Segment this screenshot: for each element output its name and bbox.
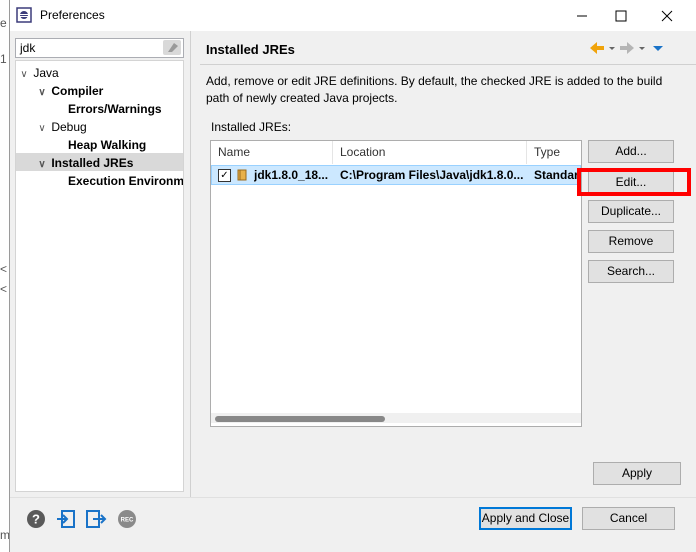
remove-button[interactable]: Remove bbox=[588, 230, 674, 253]
history-navigation bbox=[588, 40, 684, 61]
jre-name: jdk1.8.0_18... bbox=[254, 168, 329, 182]
library-icon bbox=[237, 169, 247, 181]
import-icon[interactable] bbox=[55, 508, 77, 530]
svg-text:?: ? bbox=[32, 512, 40, 527]
maximize-icon bbox=[615, 10, 627, 21]
tree-item-java[interactable]: ∨ Java bbox=[18, 64, 59, 84]
page-description: Add, remove or edit JRE definitions. By … bbox=[206, 74, 663, 105]
add-button[interactable]: Add... bbox=[588, 140, 674, 163]
clear-filter-button[interactable] bbox=[163, 40, 181, 55]
heading-separator bbox=[200, 64, 696, 65]
eclipse-app-icon bbox=[16, 7, 32, 23]
tree-item-label: Execution Environme bbox=[68, 174, 184, 188]
edit-highlight-box bbox=[577, 168, 691, 196]
tree-item-errors-warnings[interactable]: Errors/Warnings bbox=[68, 100, 162, 118]
chevron-down-icon[interactable]: ∨ bbox=[36, 84, 48, 102]
background-glyph: 1 bbox=[0, 52, 7, 66]
background-glyph: < bbox=[0, 282, 8, 296]
tree-item-label: Errors/Warnings bbox=[68, 102, 162, 116]
chevron-down-icon[interactable]: ∨ bbox=[36, 120, 48, 138]
tree-item-label: Heap Walking bbox=[68, 138, 147, 152]
background-glyph: < bbox=[0, 262, 8, 276]
preference-tree: ∨ Java ∨ Compiler Errors/Warnings ∨ Debu… bbox=[15, 60, 184, 492]
close-button[interactable] bbox=[644, 0, 690, 31]
forward-arrow-icon[interactable] bbox=[620, 42, 634, 54]
eraser-icon bbox=[168, 43, 178, 52]
export-icon[interactable] bbox=[85, 508, 107, 530]
tree-item-label: Debug bbox=[51, 120, 87, 134]
column-header-type[interactable]: Type bbox=[527, 141, 581, 164]
tree-item-heap-walking[interactable]: Heap Walking bbox=[68, 136, 146, 154]
title-bar: Preferences bbox=[10, 0, 696, 31]
minimize-icon bbox=[577, 15, 587, 16]
chevron-down-icon[interactable]: ∨ bbox=[36, 156, 48, 174]
tree-item-label: Java bbox=[33, 66, 59, 80]
duplicate-button[interactable]: Duplicate... bbox=[588, 200, 674, 223]
jre-location: C:\Program Files\Java\jdk1.8.0... bbox=[340, 168, 524, 182]
bottom-separator bbox=[10, 497, 696, 498]
table-row[interactable]: ✓ jdk1.8.0_18... C:\Program Files\Java\j… bbox=[211, 165, 581, 185]
svg-text:REC: REC bbox=[121, 518, 134, 524]
nav-arrows-group bbox=[590, 42, 663, 54]
page-title: Installed JREs bbox=[206, 42, 295, 57]
tree-item-compiler[interactable]: ∨ Compiler bbox=[36, 82, 103, 100]
background-glyph: e bbox=[0, 16, 7, 30]
filter-input[interactable]: jdk bbox=[15, 38, 184, 58]
column-header-location[interactable]: Location bbox=[333, 141, 527, 164]
horizontal-scrollbar[interactable] bbox=[211, 413, 581, 423]
back-arrow-icon[interactable] bbox=[590, 42, 604, 54]
installed-jres-label: Installed JREs: bbox=[211, 120, 292, 134]
help-icon[interactable]: ? bbox=[25, 508, 47, 530]
window-title: Preferences bbox=[40, 8, 105, 22]
tree-item-installed-jres[interactable]: ∨ Installed JREs bbox=[36, 154, 133, 172]
record-icon[interactable]: REC bbox=[116, 508, 138, 530]
apply-button[interactable]: Apply bbox=[593, 462, 681, 485]
chevron-down-icon[interactable] bbox=[639, 47, 645, 50]
preferences-window: Preferences jdk ∨ Java ∨ Compiler Errors… bbox=[9, 0, 696, 552]
jre-type: Standar bbox=[534, 168, 579, 182]
column-header-name[interactable]: Name bbox=[211, 141, 333, 164]
scrollbar-thumb[interactable] bbox=[215, 416, 385, 422]
close-icon bbox=[661, 10, 673, 21]
filter-text: jdk bbox=[20, 41, 36, 55]
jre-table[interactable]: Name Location Type ✓ jdk1.8.0_18... C:\P… bbox=[210, 140, 582, 427]
view-menu-icon[interactable] bbox=[653, 46, 663, 51]
tree-item-label: Compiler bbox=[51, 84, 104, 98]
tree-item-label: Installed JREs bbox=[51, 156, 134, 170]
tree-item-execution-environments[interactable]: Execution Environme bbox=[68, 172, 184, 190]
jre-checkbox[interactable]: ✓ bbox=[218, 169, 231, 182]
chevron-down-icon[interactable] bbox=[609, 47, 615, 50]
tree-item-debug[interactable]: ∨ Debug bbox=[36, 118, 87, 138]
cancel-button[interactable]: Cancel bbox=[582, 507, 675, 530]
chevron-down-icon[interactable]: ∨ bbox=[18, 66, 30, 84]
search-button[interactable]: Search... bbox=[588, 260, 674, 283]
panel-divider[interactable] bbox=[190, 31, 191, 497]
maximize-button[interactable] bbox=[598, 0, 644, 31]
apply-and-close-button[interactable]: Apply and Close bbox=[479, 507, 572, 530]
